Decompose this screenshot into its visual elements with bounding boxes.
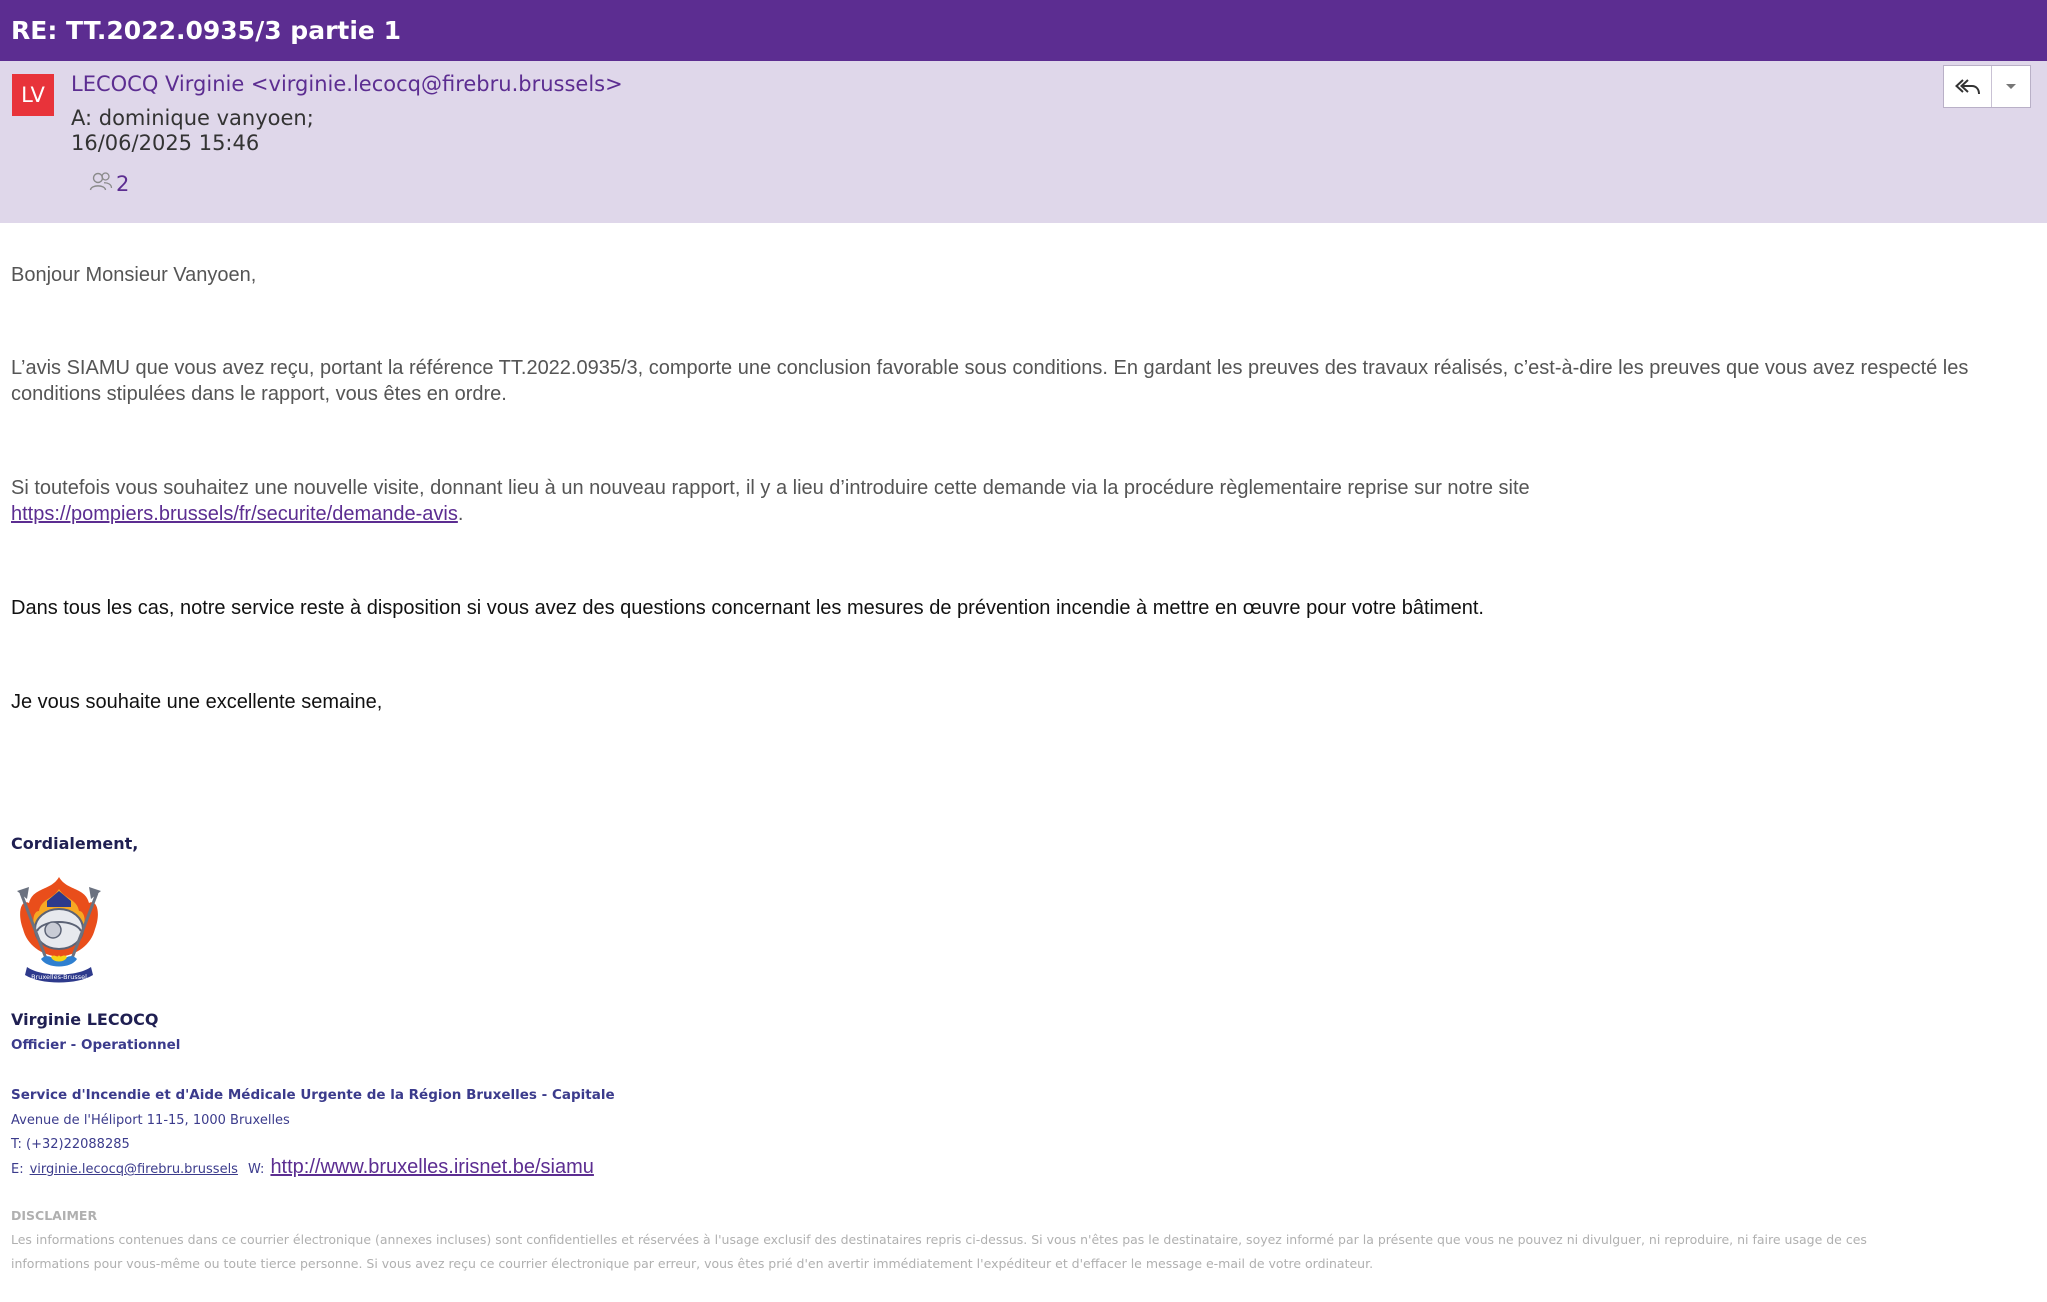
participants-button[interactable]: 2 <box>88 168 129 199</box>
reply-all-button[interactable] <box>1944 66 1992 107</box>
more-actions-button[interactable] <box>1992 66 2030 107</box>
signature-phone: T: (+32)22088285 <box>11 1137 130 1152</box>
participants-count: 2 <box>116 171 130 196</box>
disclaimer-line-1: Les informations contenues dans ce courr… <box>11 1232 1867 1247</box>
signature-organization: Service d'Incendie et d'Aide Médicale Ur… <box>11 1087 615 1103</box>
paragraph-2-text: Si toutefois vous souhaitez une nouvelle… <box>11 477 1530 499</box>
demande-avis-link[interactable]: https://pompiers.brussels/fr/securite/de… <box>11 503 458 525</box>
email-label: E: <box>11 1162 24 1177</box>
signature-address: Avenue de l'Héliport 11-15, 1000 Bruxell… <box>11 1113 290 1128</box>
email-subject-title: RE: TT.2022.0935/3 partie 1 <box>0 0 2047 61</box>
paragraph-4: Je vous souhaite une excellente semaine, <box>11 691 383 713</box>
recipient-line: A: dominique vanyoen; <box>71 106 314 130</box>
signature-email-link[interactable]: virginie.lecocq@firebru.brussels <box>30 1162 238 1177</box>
people-icon <box>88 168 116 199</box>
signature-role: Officier - Operationnel <box>11 1037 181 1053</box>
signature-name: Virginie LECOCQ <box>11 1010 159 1029</box>
signature-contact-line: E: virginie.lecocq@firebru.brussels W: h… <box>11 1156 594 1179</box>
sent-date: 16/06/2025 15:46 <box>71 131 260 155</box>
paragraph-1: L’avis SIAMU que vous avez reçu, portant… <box>11 357 1969 405</box>
signature-web-link[interactable]: http://www.bruxelles.irisnet.be/siamu <box>270 1156 593 1179</box>
chevron-down-icon <box>2006 83 2016 89</box>
paragraph-2-end: . <box>457 503 464 525</box>
signature-closing: Cordialement, <box>11 834 139 853</box>
siamu-logo: Bruxelles-Brussel <box>11 873 107 989</box>
sender-name-link[interactable]: LECOCQ Virginie <virginie.lecocq@firebru… <box>71 72 623 96</box>
sender-avatar: LV <box>12 74 54 116</box>
greeting: Bonjour Monsieur Vanyoen, <box>11 264 257 286</box>
reply-actions <box>1943 65 2031 108</box>
web-label: W: <box>247 1162 265 1177</box>
disclaimer-line-2: informations pour vous-même ou toute tie… <box>11 1256 1374 1271</box>
paragraph-3: Dans tous les cas, notre service reste à… <box>11 597 1484 619</box>
reply-all-icon <box>1954 78 1980 94</box>
logo-text: Bruxelles-Brussel <box>31 973 87 981</box>
paragraph-2: Si toutefois vous souhaitez une nouvelle… <box>11 475 2021 527</box>
email-header: LV LECOCQ Virginie <virginie.lecocq@fire… <box>0 61 2047 223</box>
disclaimer-title: DISCLAIMER <box>11 1208 98 1223</box>
